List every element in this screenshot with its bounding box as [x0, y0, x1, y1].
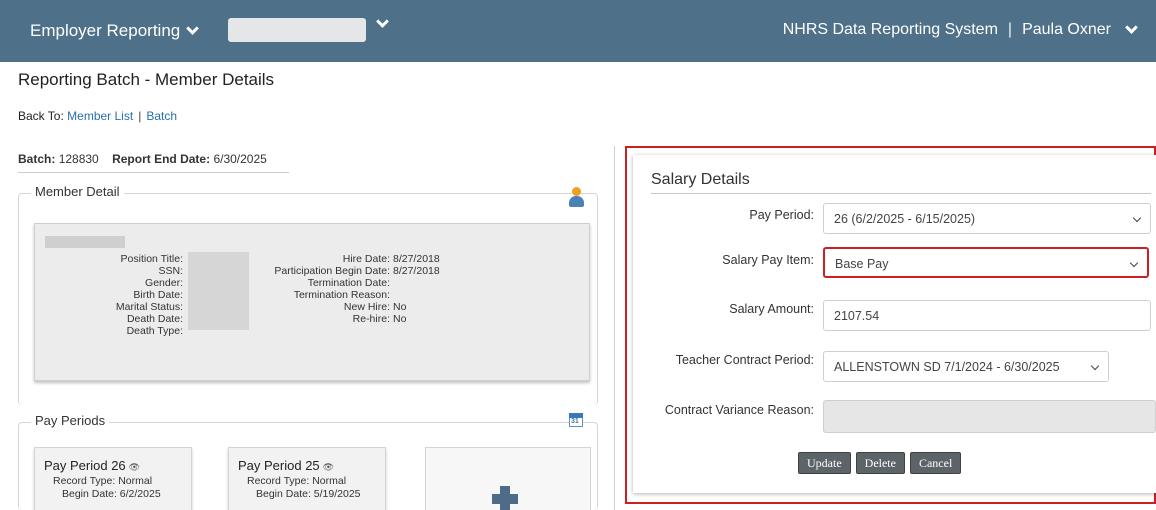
- user-name: Paula Oxner: [1022, 21, 1111, 38]
- batch-info: Batch: 128830 Report End Date: 6/30/2025: [18, 152, 289, 173]
- chevron-down-icon: [1132, 213, 1142, 223]
- title-rule: [651, 193, 1151, 194]
- termination-reason-label: Termination Reason:: [293, 289, 390, 301]
- update-button[interactable]: Update: [798, 452, 851, 474]
- back-to-label: Back To:: [18, 109, 64, 123]
- member-right-fields: Hire Date: 8/27/2018 Participation Begin…: [250, 253, 490, 325]
- death-date-label: Death Date:: [126, 313, 183, 325]
- record-type-label: Record Type:: [247, 475, 310, 487]
- member-detail-panel: Member Detail Position Title: SSN: Gende…: [18, 184, 598, 405]
- birth-date-label: Birth Date:: [133, 289, 183, 301]
- report-end-label: Report End Date:: [112, 152, 211, 166]
- teacher-contract-period-label: Teacher Contract Period:: [675, 353, 814, 367]
- pay-period-title: Pay Period 26 👁: [44, 458, 140, 473]
- gender-label: Gender:: [145, 277, 183, 289]
- calendar-number: 31: [571, 418, 579, 425]
- member-detail-legend: Member Detail: [31, 184, 124, 199]
- pay-periods-legend: Pay Periods: [31, 413, 110, 428]
- pay-period-title-text: Pay Period 25: [238, 458, 320, 473]
- record-type-row: Record Type: Normal: [247, 475, 346, 487]
- member-left-fields: Position Title: SSN: Gender: Birth Date:…: [35, 253, 183, 337]
- chevron-down-icon: [1125, 20, 1138, 34]
- action-buttons: Update Delete Cancel: [798, 452, 962, 474]
- record-type-value: Normal: [118, 475, 153, 487]
- teacher-contract-period-select[interactable]: ALLENSTOWN SD 7/1/2024 - 6/30/2025: [823, 351, 1109, 382]
- pay-period-title-text: Pay Period 26: [44, 458, 126, 473]
- batch-label: Batch:: [18, 152, 56, 166]
- personal-info-redacted: [188, 252, 249, 330]
- breadcrumb-separator: |: [138, 109, 142, 123]
- position-title-label: Position Title:: [120, 253, 183, 265]
- pay-period-select[interactable]: 26 (6/2/2025 - 6/15/2025): [823, 203, 1151, 234]
- salary-pay-item-value: Base Pay: [835, 257, 889, 271]
- termination-date-label: Termination Date:: [307, 277, 390, 289]
- record-type-row: Record Type: Normal: [53, 475, 152, 487]
- re-hire-label: Re-hire:: [352, 313, 390, 325]
- member-list-link[interactable]: Member List: [67, 109, 133, 123]
- salary-amount-label: Salary Amount:: [729, 302, 814, 316]
- system-name: NHRS Data Reporting System: [782, 21, 998, 38]
- chevron-down-icon[interactable]: [376, 15, 389, 28]
- salary-pay-item-select[interactable]: Base Pay: [823, 247, 1149, 278]
- record-type-value: Normal: [312, 475, 347, 487]
- chevron-down-icon: [186, 21, 200, 35]
- member-detail-card: Position Title: SSN: Gender: Birth Date:…: [34, 223, 590, 381]
- pay-period-title: Pay Period 25 👁: [238, 458, 334, 473]
- begin-date-label: Begin Date:: [256, 488, 311, 500]
- marital-status-label: Marital Status:: [115, 301, 183, 313]
- member-name-redacted: [45, 236, 125, 248]
- report-end-value: 6/30/2025: [213, 152, 267, 166]
- salary-amount-input[interactable]: 2107.54: [823, 300, 1151, 331]
- separator: |: [1007, 21, 1013, 38]
- cancel-button[interactable]: Cancel: [909, 452, 962, 474]
- add-pay-period-card[interactable]: [425, 447, 591, 510]
- calendar-icon[interactable]: 31: [569, 413, 583, 427]
- top-navigation-bar: Employer Reporting NHRS Data Reporting S…: [0, 0, 1156, 62]
- hire-date-value: 8/27/2018: [393, 253, 440, 265]
- user-menu[interactable]: NHRS Data Reporting System | Paula Oxner: [782, 20, 1138, 39]
- batch-link[interactable]: Batch: [146, 109, 177, 123]
- salary-amount-value: 2107.54: [834, 309, 880, 323]
- record-type-label: Record Type:: [53, 475, 116, 487]
- begin-date-value: 5/19/2025: [313, 488, 361, 500]
- salary-pay-item-label: Salary Pay Item:: [722, 253, 814, 267]
- salary-details-card: Salary Details Pay Period: 26 (6/2/2025 …: [633, 155, 1156, 493]
- new-hire-value: No: [393, 301, 407, 313]
- participation-begin-label: Participation Begin Date:: [274, 265, 390, 277]
- member-person-icon[interactable]: [568, 187, 584, 209]
- pay-period-card[interactable]: Pay Period 26 👁 Record Type: Normal Begin…: [34, 447, 192, 510]
- begin-date-row: Begin Date: 6/2/2025: [62, 488, 161, 500]
- chevron-down-icon: [1129, 258, 1139, 268]
- page-title: Reporting Batch - Member Details: [18, 70, 275, 89]
- delete-button[interactable]: Delete: [855, 452, 905, 474]
- pay-periods-panel: Pay Periods 31 Pay Period 26 👁 Record Typ…: [18, 413, 598, 510]
- column-divider: [614, 146, 615, 510]
- begin-date-label: Begin Date:: [62, 488, 117, 500]
- employer-reporting-label: Employer Reporting: [30, 21, 181, 40]
- pay-period-label: Pay Period:: [749, 208, 814, 222]
- pay-period-card[interactable]: Pay Period 25 👁 Record Type: Normal Begin…: [228, 447, 386, 510]
- breadcrumb: Back To: Member List | Batch: [18, 109, 177, 123]
- contract-variance-reason-input[interactable]: [823, 400, 1156, 433]
- contract-variance-reason-label: Contract Variance Reason:: [664, 403, 814, 417]
- chevron-down-icon: [1090, 361, 1100, 371]
- plus-icon: [492, 494, 518, 504]
- teacher-contract-period-value: ALLENSTOWN SD 7/1/2024 - 6/30/2025: [834, 360, 1060, 374]
- begin-date-value: 6/2/2025: [119, 488, 161, 500]
- participation-begin-value: 8/27/2018: [393, 265, 440, 277]
- begin-date-row: Begin Date: 5/19/2025: [256, 488, 361, 500]
- new-hire-label: New Hire:: [343, 301, 390, 313]
- re-hire-value: No: [393, 313, 407, 325]
- eye-icon[interactable]: 👁: [129, 462, 140, 472]
- eye-icon[interactable]: 👁: [323, 462, 334, 472]
- pay-period-value: 26 (6/2/2025 - 6/15/2025): [834, 212, 976, 226]
- hire-date-label: Hire Date:: [342, 253, 390, 265]
- employer-reporting-menu[interactable]: Employer Reporting: [30, 21, 200, 41]
- organization-select-redacted[interactable]: [228, 18, 366, 42]
- death-type-label: Death Type:: [126, 325, 183, 337]
- batch-value: 128830: [58, 152, 99, 166]
- salary-details-title: Salary Details: [651, 171, 750, 188]
- ssn-label: SSN:: [158, 265, 183, 277]
